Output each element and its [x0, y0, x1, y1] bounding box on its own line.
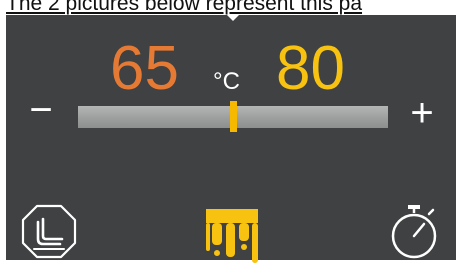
target-temperature[interactable]: 80	[276, 34, 345, 104]
yellow-dripping-icon[interactable]	[202, 207, 264, 265]
increase-button[interactable]: +	[404, 93, 440, 133]
seat-in-octagon-icon[interactable]	[20, 203, 78, 260]
current-temperature: 65	[110, 34, 179, 103]
temperature-unit: °C	[213, 68, 240, 95]
stopwatch-icon[interactable]	[386, 203, 442, 260]
selection-notch	[227, 15, 239, 21]
control-panel: 65 °C 80 − +	[6, 15, 456, 263]
decrease-button[interactable]: −	[24, 90, 58, 130]
caption-text: The 2 pictures below represent this pa	[6, 0, 363, 15]
slider-thumb[interactable]	[229, 101, 237, 132]
